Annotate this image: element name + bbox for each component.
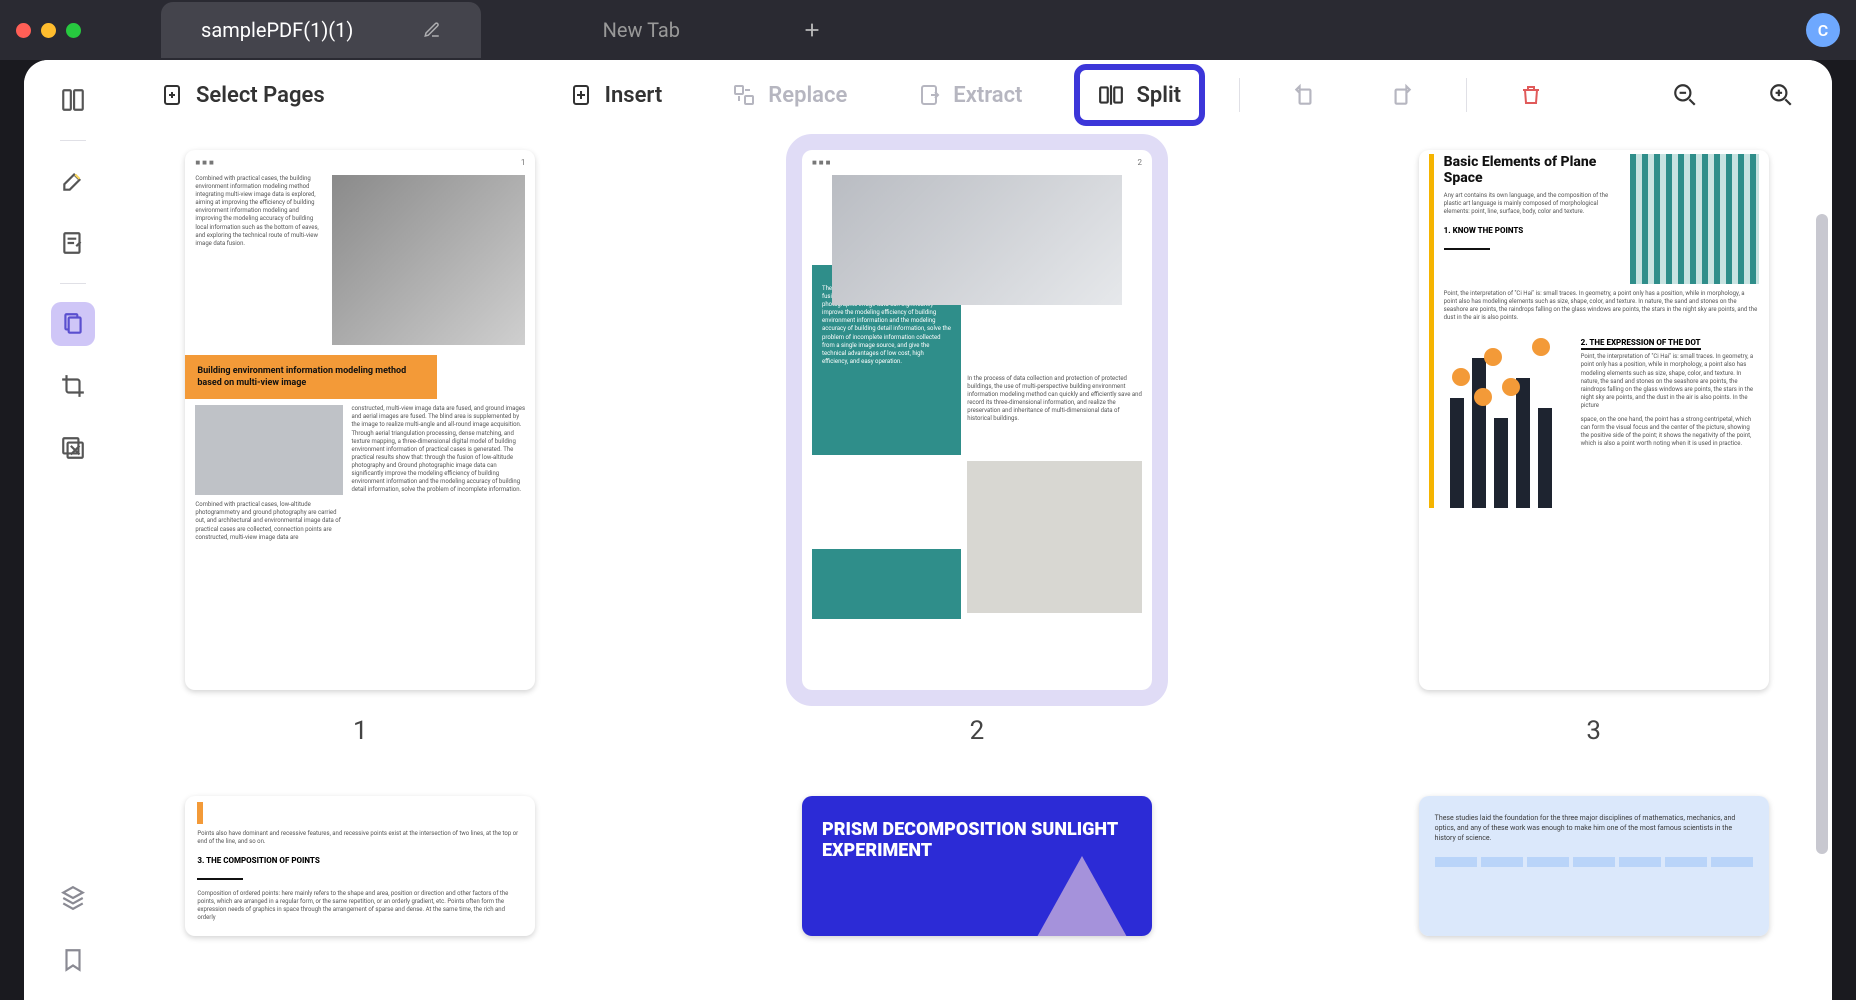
thumb-text: Any art contains its own language, and t…	[1444, 192, 1622, 216]
select-pages-button[interactable]: Select Pages	[142, 71, 343, 120]
thumb-image	[1630, 154, 1759, 284]
extract-button[interactable]: Extract	[899, 71, 1040, 120]
sidebar-item-highlight[interactable]	[51, 159, 95, 203]
split-button[interactable]: Split	[1074, 64, 1205, 126]
thumb-text: These studies laid the foundation for th…	[1435, 814, 1753, 843]
page-thumb-6[interactable]: These studies laid the foundation for th…	[1385, 796, 1802, 936]
thumb-text: constructed, multi-view image data are f…	[351, 405, 525, 495]
thumb-text: space, on the one hand, the point has a …	[1581, 416, 1759, 448]
split-label: Split	[1136, 83, 1181, 108]
select-pages-icon	[160, 83, 184, 107]
minimize-window-button[interactable]	[41, 23, 56, 38]
insert-icon	[569, 83, 593, 107]
thumb-image	[332, 175, 525, 345]
content-area: Select Pages Insert Replace Extract	[122, 60, 1832, 1000]
window-controls	[16, 23, 81, 38]
scrollbar-thumb[interactable]	[1816, 214, 1828, 854]
thumb-heading: Building environment information modelin…	[185, 355, 437, 399]
accent-bar	[197, 802, 203, 824]
page-thumb-2[interactable]: ■ ■ ■2 The practical results show that: …	[769, 150, 1186, 746]
page-number: 3	[1586, 716, 1601, 746]
insert-button[interactable]: Insert	[551, 71, 681, 120]
page-thumb-4[interactable]: Points also have dominant and recessive …	[152, 796, 569, 936]
thumb-subheading: 1. KNOW THE POINTS	[1444, 226, 1622, 235]
select-pages-label: Select Pages	[196, 83, 325, 108]
thumb-text: Point, the interpretation of "Ci Hai" is…	[1581, 353, 1759, 410]
page-grid: ■ ■ ■1 Combined with practical cases, th…	[122, 130, 1832, 1000]
tab-title: samplePDF(1)(1)	[201, 18, 353, 42]
insert-label: Insert	[605, 83, 663, 108]
avatar-initial: C	[1818, 21, 1828, 40]
thumb-text: Combined with practical cases, low-altit…	[195, 501, 343, 541]
close-window-button[interactable]	[16, 23, 31, 38]
zoom-out-button[interactable]	[1654, 70, 1716, 120]
tab-new[interactable]: New Tab	[481, 2, 801, 58]
page-thumb-1[interactable]: ■ ■ ■1 Combined with practical cases, th…	[152, 150, 569, 746]
divider-icon	[60, 140, 86, 141]
sidebar-item-bookmark[interactable]	[51, 938, 95, 982]
sidebar-item-redact[interactable]	[51, 426, 95, 470]
sidebar	[24, 60, 122, 1000]
rotate-left-button[interactable]	[1274, 70, 1336, 120]
thumb-header-num: 1	[521, 158, 526, 167]
thumb-text	[351, 501, 525, 541]
thumb-text: Composition of ordered points: here main…	[197, 890, 523, 922]
thumb-text: Point, the interpretation of "Ci Hai" is…	[1444, 290, 1759, 322]
extract-label: Extract	[953, 83, 1022, 108]
thumb-text: Combined with practical cases, the build…	[195, 175, 324, 345]
sidebar-item-page-edit[interactable]	[51, 302, 95, 346]
divider-icon	[60, 283, 86, 284]
sidebar-item-thumbnails[interactable]	[51, 78, 95, 122]
page-number: 1	[353, 716, 368, 746]
sidebar-item-crop[interactable]	[51, 364, 95, 408]
pencil-icon[interactable]	[423, 21, 441, 39]
thumb-subheading: 3. THE COMPOSITION OF POINTS	[197, 856, 523, 865]
sidebar-item-annotate[interactable]	[51, 221, 95, 265]
page-thumb-3[interactable]: Basic Elements of Plane Space Any art co…	[1385, 150, 1802, 746]
thumb-illustration	[1032, 856, 1132, 936]
thumb-image	[195, 405, 343, 495]
page-number: 2	[970, 716, 985, 746]
sidebar-item-layers[interactable]	[51, 876, 95, 920]
thumb-image	[967, 461, 1142, 613]
split-icon	[1098, 82, 1124, 108]
thumb-text: In the process of data collection and pr…	[967, 305, 1142, 455]
replace-label: Replace	[768, 83, 847, 108]
avatar[interactable]: C	[1806, 13, 1840, 47]
separator-icon	[1466, 78, 1467, 112]
thumb-text: Points also have dominant and recessive …	[197, 830, 523, 846]
replace-icon	[732, 83, 756, 107]
toolbar: Select Pages Insert Replace Extract	[122, 60, 1832, 130]
zoom-in-button[interactable]	[1750, 70, 1812, 120]
thumb-header-num: 2	[1137, 158, 1142, 167]
extract-icon	[917, 83, 941, 107]
thumb-image	[832, 175, 1122, 305]
maximize-window-button[interactable]	[66, 23, 81, 38]
replace-button[interactable]: Replace	[714, 71, 865, 120]
thumb-illustration	[1435, 857, 1753, 867]
tab-new-label: New Tab	[603, 18, 680, 42]
tab-active[interactable]: samplePDF(1)(1)	[161, 2, 481, 58]
rotate-right-button[interactable]	[1370, 70, 1432, 120]
add-tab-button[interactable]	[801, 19, 823, 41]
thumb-subheading: 2. THE EXPRESSION OF THE DOT	[1581, 338, 1759, 347]
accent-bar	[1429, 154, 1434, 508]
delete-button[interactable]	[1501, 71, 1561, 119]
main-window: Select Pages Insert Replace Extract	[24, 60, 1832, 1000]
thumb-block	[812, 549, 961, 619]
titlebar: samplePDF(1)(1) New Tab C	[0, 0, 1856, 60]
thumb-illustration	[1444, 328, 1573, 508]
thumb-heading: Basic Elements of Plane Space	[1444, 154, 1622, 186]
vertical-scrollbar[interactable]	[1816, 204, 1828, 964]
separator-icon	[1239, 78, 1240, 112]
page-thumb-5[interactable]: PRISM DECOMPOSITION SUNLIGHT EXPERIMENT	[769, 796, 1186, 936]
